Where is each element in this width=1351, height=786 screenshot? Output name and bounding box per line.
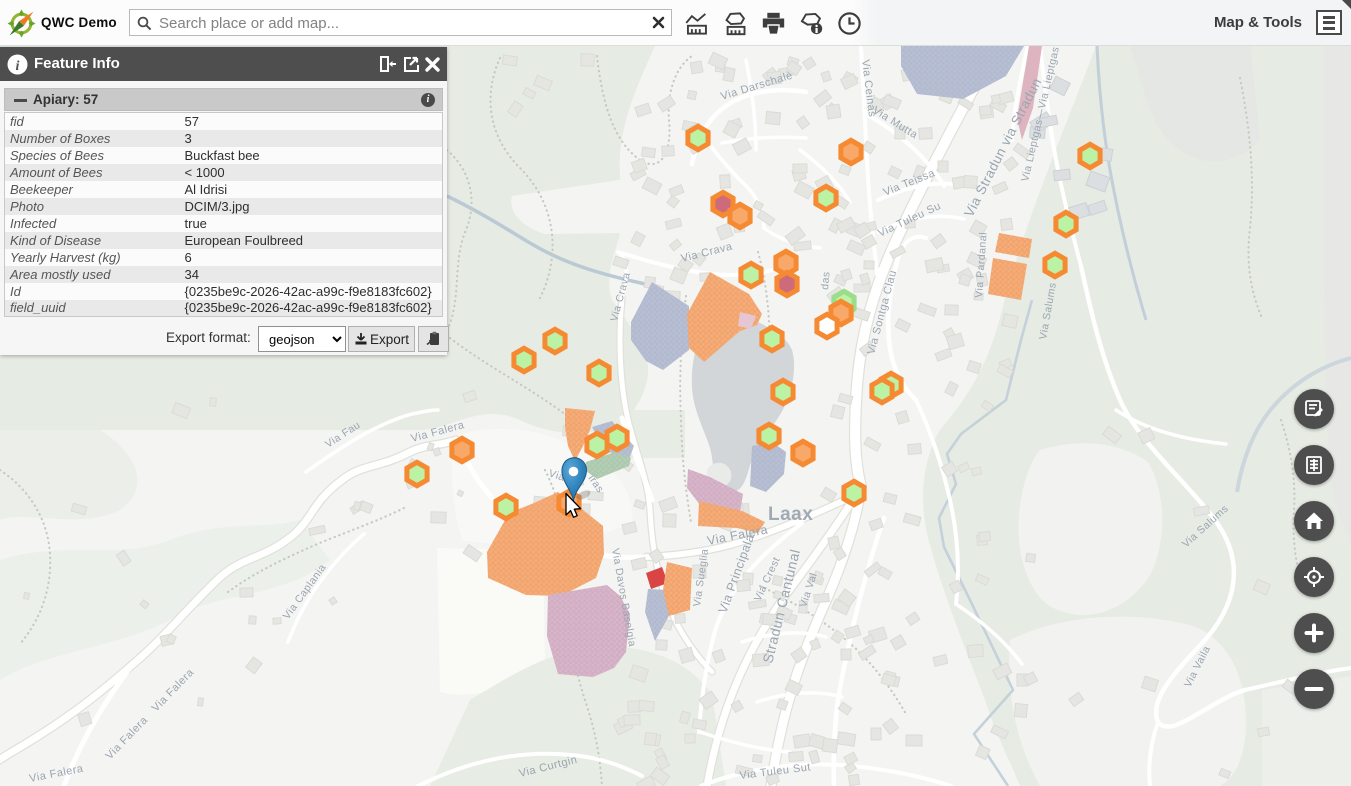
svg-text:das: das <box>819 271 833 290</box>
svg-text:i: i <box>16 59 20 74</box>
svg-text:Laax: Laax <box>768 504 813 525</box>
